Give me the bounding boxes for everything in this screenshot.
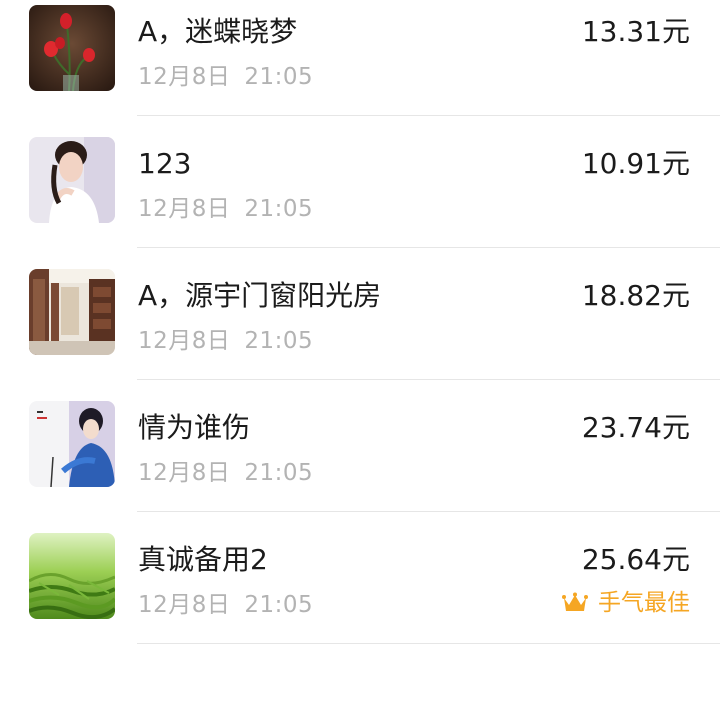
divider [137, 247, 720, 248]
avatar[interactable] [29, 401, 115, 487]
list-item[interactable]: A，源宇门窗阳光房 12月8日 21:05 18.82元 [0, 264, 720, 396]
list-item[interactable]: A，迷蝶晓梦 12月8日 21:05 13.31元 [0, 0, 720, 132]
interior-room-avatar [29, 269, 115, 355]
painted-lady-avatar [29, 401, 115, 487]
received-date: 12月8日 [138, 64, 231, 90]
received-clock: 21:05 [244, 64, 314, 90]
amount: 25.64元 [581, 543, 690, 576]
list-item[interactable]: 真诚备用2 12月8日 21:05 25.64元 手气最佳 [0, 528, 720, 660]
sender-name: 真诚备用2 [138, 543, 268, 576]
woman-portrait-avatar [29, 137, 115, 223]
avatar[interactable] [29, 533, 115, 619]
amount: 23.74元 [581, 411, 690, 444]
crown-icon [562, 592, 588, 614]
best-luck-label: 手气最佳 [598, 590, 690, 616]
amount: 18.82元 [581, 279, 690, 312]
list-item[interactable]: 情为谁伤 12月8日 21:05 23.74元 [0, 396, 720, 528]
received-time: 12月8日 21:05 [138, 459, 313, 487]
received-clock: 21:05 [244, 460, 314, 486]
red-tulip-avatar [29, 5, 115, 91]
received-date: 12月8日 [138, 196, 231, 222]
divider [137, 115, 720, 116]
divider [137, 643, 720, 644]
received-date: 12月8日 [138, 460, 231, 486]
received-clock: 21:05 [244, 196, 314, 222]
received-clock: 21:05 [244, 328, 314, 354]
received-time: 12月8日 21:05 [138, 195, 313, 223]
avatar[interactable] [29, 5, 115, 91]
received-time: 12月8日 21:05 [138, 591, 313, 619]
green-tea-avatar [29, 533, 115, 619]
received-time: 12月8日 21:05 [138, 327, 313, 355]
received-date: 12月8日 [138, 328, 231, 354]
amount: 10.91元 [581, 147, 690, 180]
best-luck-badge: 手气最佳 [562, 589, 690, 617]
list-item[interactable]: 123 12月8日 21:05 10.91元 [0, 132, 720, 264]
amount: 13.31元 [581, 15, 690, 48]
avatar[interactable] [29, 137, 115, 223]
avatar[interactable] [29, 269, 115, 355]
divider [137, 511, 720, 512]
sender-name: 123 [138, 147, 192, 180]
received-clock: 21:05 [244, 592, 314, 618]
sender-name: 情为谁伤 [138, 411, 251, 444]
sender-name: A，源宇门窗阳光房 [138, 279, 382, 312]
sender-name: A，迷蝶晓梦 [138, 15, 298, 48]
received-date: 12月8日 [138, 592, 231, 618]
received-time: 12月8日 21:05 [138, 63, 313, 91]
divider [137, 379, 720, 380]
